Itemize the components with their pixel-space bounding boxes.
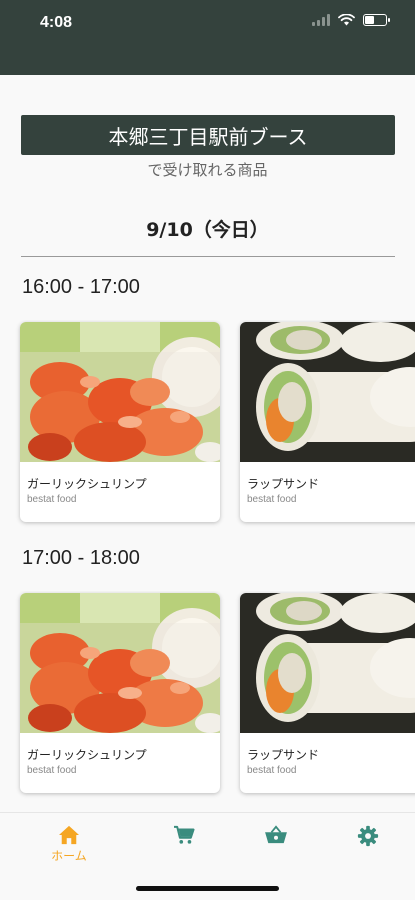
status-bar: 4:08 xyxy=(0,0,415,75)
tab-basket[interactable] xyxy=(246,825,306,845)
gear-icon xyxy=(357,825,379,847)
wrap-sandwich-image xyxy=(240,322,415,462)
product-card[interactable]: ガーリックシュリンプ bestat food xyxy=(20,322,220,522)
home-indicator xyxy=(136,886,279,891)
date-title: 9/10（今日） xyxy=(146,219,269,241)
product-name: ガーリックシュリンプ xyxy=(27,477,147,491)
tab-cart[interactable] xyxy=(154,825,214,845)
time-slot-label: 16:00 - 17:00 xyxy=(22,276,140,298)
battery-icon xyxy=(363,14,390,26)
product-brand: bestat food xyxy=(247,765,297,776)
cellular-signal-icon xyxy=(312,14,330,26)
tab-settings[interactable] xyxy=(338,825,398,847)
home-icon xyxy=(59,825,79,845)
basket-icon xyxy=(265,825,287,844)
time-slot-label: 17:00 - 18:00 xyxy=(22,547,140,569)
status-icons xyxy=(312,14,390,26)
product-name: ガーリックシュリンプ xyxy=(27,748,147,762)
shrimp-image xyxy=(20,322,220,462)
product-row[interactable]: ガーリックシュリンプ bestat food ラップサンド bestat foo… xyxy=(0,591,415,801)
booth-title: 本郷三丁目駅前ブース xyxy=(21,115,395,155)
product-card[interactable]: ガーリックシュリンプ bestat food xyxy=(20,593,220,793)
status-time: 4:08 xyxy=(40,14,73,31)
divider xyxy=(21,256,395,257)
product-row[interactable]: ガーリックシュリンプ bestat food ラップサンド bestat foo… xyxy=(0,320,415,530)
product-card[interactable]: ラップサンド bestat food xyxy=(240,593,415,793)
product-card[interactable]: ラップサンド bestat food xyxy=(240,322,415,522)
product-name: ラップサンド xyxy=(247,477,320,491)
product-brand: bestat food xyxy=(247,494,297,505)
booth-subtitle: で受け取れる商品 xyxy=(147,161,268,179)
wrap-sandwich-image xyxy=(240,593,415,733)
cart-icon xyxy=(174,825,195,844)
tab-home-label: ホーム xyxy=(51,849,87,863)
product-name: ラップサンド xyxy=(247,748,320,762)
wifi-icon xyxy=(338,14,355,26)
product-brand: bestat food xyxy=(27,494,77,505)
product-brand: bestat food xyxy=(27,765,77,776)
tab-home[interactable]: ホーム xyxy=(39,825,99,864)
shrimp-image xyxy=(20,593,220,733)
